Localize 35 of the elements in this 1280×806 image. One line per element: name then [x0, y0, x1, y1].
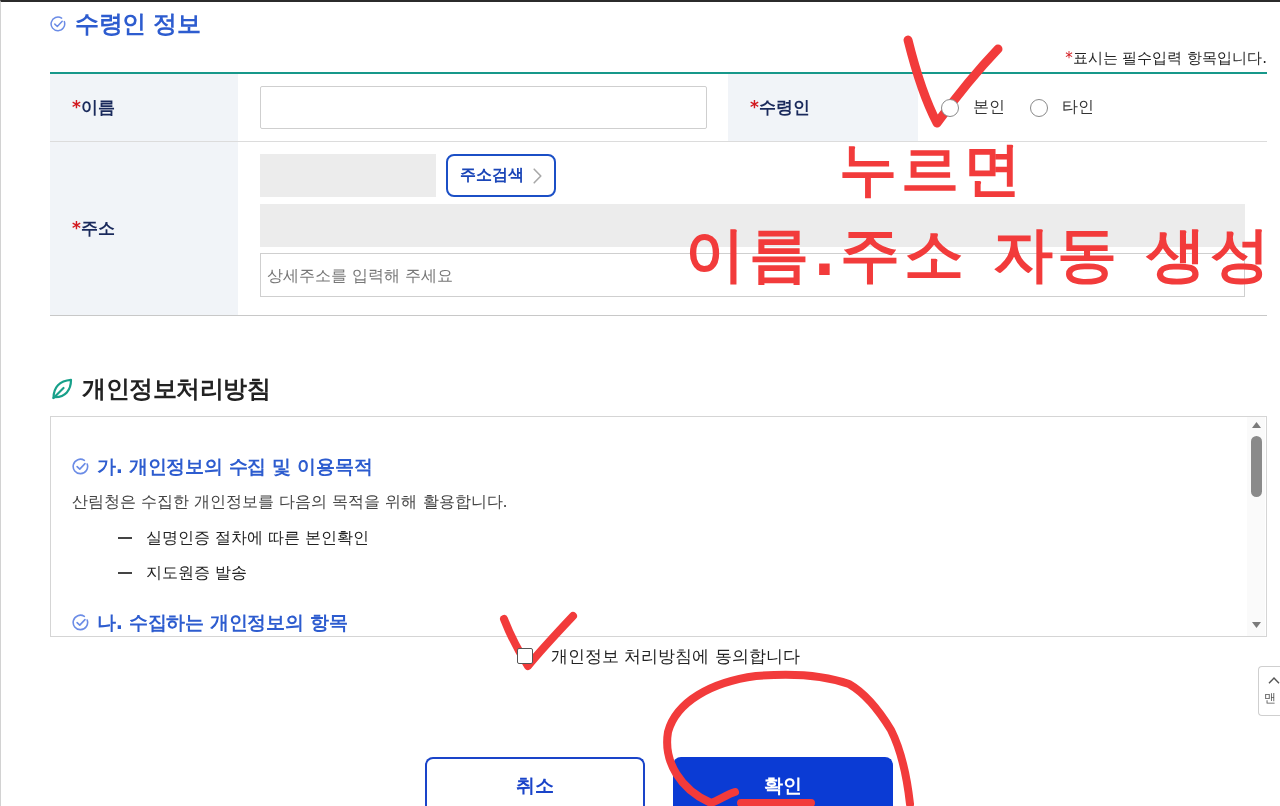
- caret-up-icon: [1268, 677, 1280, 684]
- policy-list-item: 실명인증 절차에 따른 본인확인: [146, 526, 370, 549]
- policy-scroll-area[interactable]: 가. 개인정보의 수집 및 이용목적 산림청은 수집한 개인정보를 다음의 목적을 위해 활용합니다. 실명인증 절차에 따른 본인확인 지도원증 발송 나. 수집하는 개인정보의 항목: [50, 416, 1267, 637]
- checkbox[interactable]: [517, 648, 534, 664]
- radio-button[interactable]: [1030, 98, 1048, 117]
- handwritten-note: 누르면: [839, 140, 1025, 198]
- required-note: *표시는 필수입력 항목입니다.: [1065, 48, 1267, 68]
- scroll-to-top-button[interactable]: 맨: [1258, 666, 1280, 716]
- policy-heading: 가. 개인정보의 수집 및 이용목적: [97, 454, 373, 479]
- field-label: *주소: [72, 217, 115, 240]
- section-title: 수령인 정보: [75, 9, 201, 40]
- check-circle-icon: [50, 16, 66, 32]
- check-circle-icon: [72, 457, 89, 475]
- check-circle-icon: [72, 613, 89, 631]
- scrollbar-thumb[interactable]: [1250, 436, 1262, 497]
- scroll-up-arrow-icon[interactable]: [1251, 422, 1261, 428]
- name-input[interactable]: [260, 86, 707, 129]
- address-search-button[interactable]: 주소검색: [446, 154, 556, 197]
- field-label: *이름: [72, 96, 115, 119]
- scroll-down-arrow-icon[interactable]: [1251, 622, 1261, 628]
- hand-drawn-check-icon: [903, 35, 1003, 128]
- field-label: *수령인: [750, 96, 810, 119]
- policy-paragraph: 산림청은 수집한 개인정보를 다음의 목적을 위해 활용합니다.: [72, 491, 509, 513]
- leaf-icon: [50, 377, 74, 401]
- chevron-right-icon: [533, 167, 542, 184]
- section-title: 개인정보처리방침: [82, 374, 270, 405]
- cancel-button[interactable]: 취소: [424, 757, 645, 806]
- scrollbar-track[interactable]: [1247, 417, 1265, 636]
- radio-label: 본인: [973, 97, 1005, 118]
- radio-label: 타인: [1062, 97, 1094, 118]
- dash-icon: [118, 572, 132, 574]
- policy-list-item: 지도원증 발송: [146, 562, 248, 584]
- dash-icon: [118, 536, 132, 539]
- policy-heading: 나. 수집하는 개인정보의 항목: [97, 610, 348, 635]
- checkbox-label: 개인정보 처리방침에 동의합니다: [551, 644, 800, 668]
